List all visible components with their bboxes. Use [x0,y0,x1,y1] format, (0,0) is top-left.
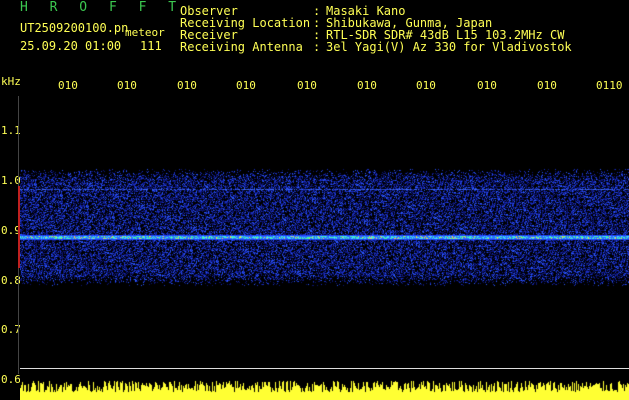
spectrogram-canvas [20,96,629,400]
mode-label: meteor [125,26,165,39]
x-tick: 010 [297,79,317,92]
power-baseline [20,368,629,369]
meta-label-antenna: Receiving Antenna [180,40,303,54]
x-tick: 010 [416,79,436,92]
datetime-label: 25.09.20 01:00 [20,39,122,53]
meta-colon: : [313,40,321,54]
x-tick: 010 [477,79,497,92]
y-tick: 0.6 [1,373,21,386]
x-tick: 010 [117,79,137,92]
signal-marker [18,186,20,268]
x-tick: 010 [357,79,377,92]
app-title: H R O F F T [20,0,184,15]
x-tick: 010 [537,79,557,92]
y-axis-unit: kHz [1,75,21,88]
x-tick: 0110 [596,79,623,92]
x-tick: 010 [236,79,256,92]
x-tick: 010 [177,79,197,92]
count-label: 111 [140,39,162,53]
filename-label: UT2509200100.pn [20,21,129,35]
meta-value-antenna: 3el Yagi(V) Az 330 for Vladivostok [326,40,572,54]
x-tick: 010 [58,79,78,92]
